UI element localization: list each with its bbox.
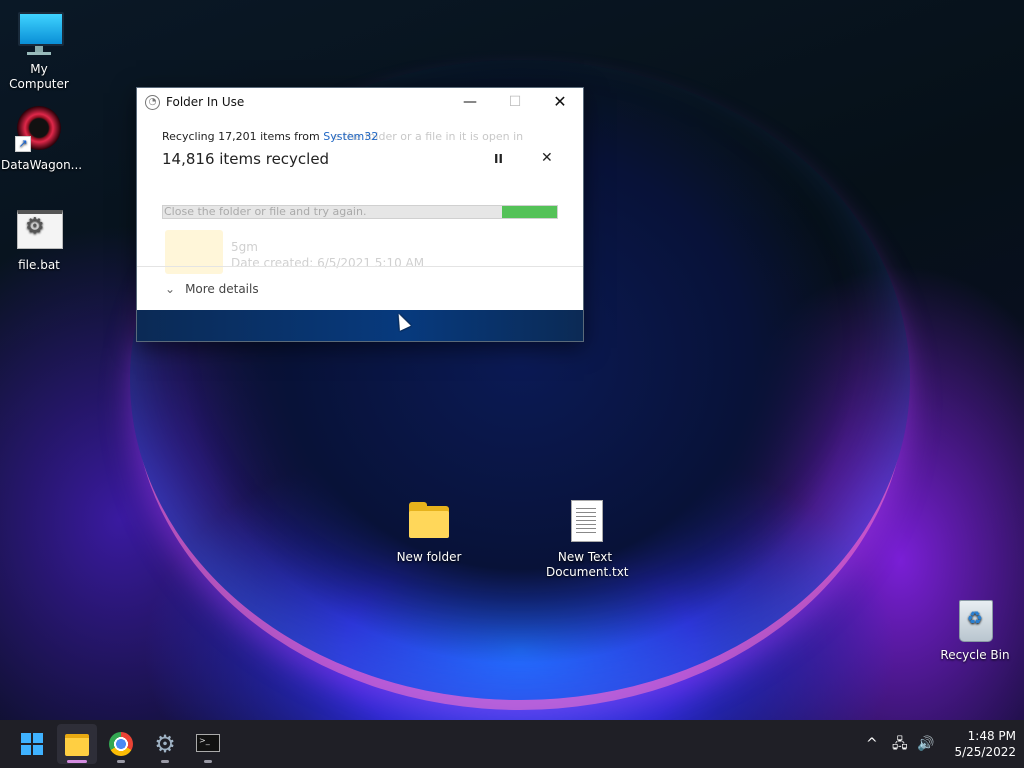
desktop-icon-recycle-bin[interactable]: ♻ Recycle Bin: [937, 596, 1013, 663]
cancel-button[interactable]: ✕: [541, 150, 553, 166]
folder-icon: [65, 734, 89, 756]
items-recycled-count: 14,816 items recycled: [162, 150, 330, 168]
start-button[interactable]: [12, 724, 52, 764]
recycle-bin-icon: ♻: [951, 596, 999, 644]
dialog-titlebar[interactable]: ◔ Folder In Use — ☐ ✕: [137, 88, 583, 116]
desktop-icon-file-bat[interactable]: ⚙ file.bat: [1, 206, 77, 273]
terminal-icon: >_: [196, 734, 220, 752]
more-details-toggle[interactable]: ⌄ More details: [165, 282, 259, 296]
clock-time: 1:48 PM: [967, 729, 1016, 743]
taskbar-file-explorer[interactable]: [57, 724, 97, 764]
maximize-button: ☐: [508, 94, 522, 110]
dialog-title: Folder In Use: [166, 95, 245, 109]
taskbar-chrome[interactable]: [101, 724, 141, 764]
clock-icon: ◔: [145, 95, 160, 110]
batch-file-icon: ⚙: [15, 206, 63, 254]
more-details-label: More details: [185, 282, 259, 296]
pause-button[interactable]: II: [494, 152, 503, 166]
shortcut-arrow-icon: ↗: [15, 136, 31, 152]
windows-logo-icon: [21, 733, 43, 755]
datawagon-shortcut-icon: ↗: [15, 106, 63, 154]
taskbar: ⚙ >_ ^ 🖧 🔊 1:48 PM 5/25/2022: [0, 720, 1024, 768]
minimize-button[interactable]: —: [447, 88, 493, 116]
clock-date: 5/25/2022: [954, 745, 1016, 759]
running-indicator: [204, 760, 212, 763]
chrome-icon: [109, 732, 133, 756]
recycling-status: Recycling 17,201 items from System32: [162, 130, 378, 143]
desktop-icon-new-text-document[interactable]: New Text Document.txt: [546, 498, 629, 580]
ghost-item-name: 5gm: [231, 240, 258, 254]
desktop-icon-my-computer[interactable]: My Computer: [1, 10, 77, 92]
computer-icon: [15, 10, 64, 58]
ghost-instruction: Close the folder or file and try again.: [164, 205, 367, 218]
recycling-prefix: Recycling 17,201 items from: [162, 130, 324, 143]
ghost-folder-icon: [165, 230, 223, 274]
desktop-icon-new-folder[interactable]: New folder: [391, 498, 467, 565]
desktop-icon-label: New Text Document.txt: [546, 550, 629, 579]
system-clock[interactable]: 1:48 PM 5/25/2022: [938, 728, 1016, 760]
ghost-item-date: Date created: 6/5/2021 5:10 AM: [231, 256, 425, 270]
text-document-icon: [561, 498, 609, 546]
desktop-icon-datawagon[interactable]: ↗ DataWagon...: [1, 106, 83, 173]
progress-fill: [501, 206, 557, 218]
running-indicator: [117, 760, 125, 763]
dialog-body: e the folder or a file in it is open in …: [137, 116, 583, 274]
folder-in-use-dialog: ◔ Folder In Use — ☐ ✕ e the folder or a …: [136, 87, 584, 342]
gear-icon: ⚙: [154, 730, 176, 758]
show-hidden-icons-chevron[interactable]: ^: [866, 720, 878, 768]
folder-icon: [405, 498, 453, 546]
volume-icon[interactable]: 🔊: [917, 720, 934, 768]
active-indicator: [67, 760, 87, 763]
network-icon[interactable]: 🖧: [892, 720, 908, 768]
divider: [137, 266, 583, 267]
desktop-icon-label: My Computer: [9, 62, 69, 91]
chevron-down-icon: ⌄: [165, 282, 176, 296]
close-button[interactable]: ✕: [537, 88, 583, 116]
dialog-footer: [137, 310, 583, 341]
taskbar-settings[interactable]: ⚙: [145, 724, 185, 764]
desktop-icon-label: Recycle Bin: [940, 648, 1010, 662]
desktop-icon-label: DataWagon...: [1, 158, 83, 172]
running-indicator: [161, 760, 169, 763]
taskbar-terminal[interactable]: >_: [188, 724, 228, 764]
desktop-icon-label: New folder: [396, 550, 462, 564]
progress-bar: Close the folder or file and try again.: [162, 205, 558, 219]
desktop-icon-label: file.bat: [18, 258, 60, 272]
source-folder-link[interactable]: System32: [323, 130, 378, 143]
